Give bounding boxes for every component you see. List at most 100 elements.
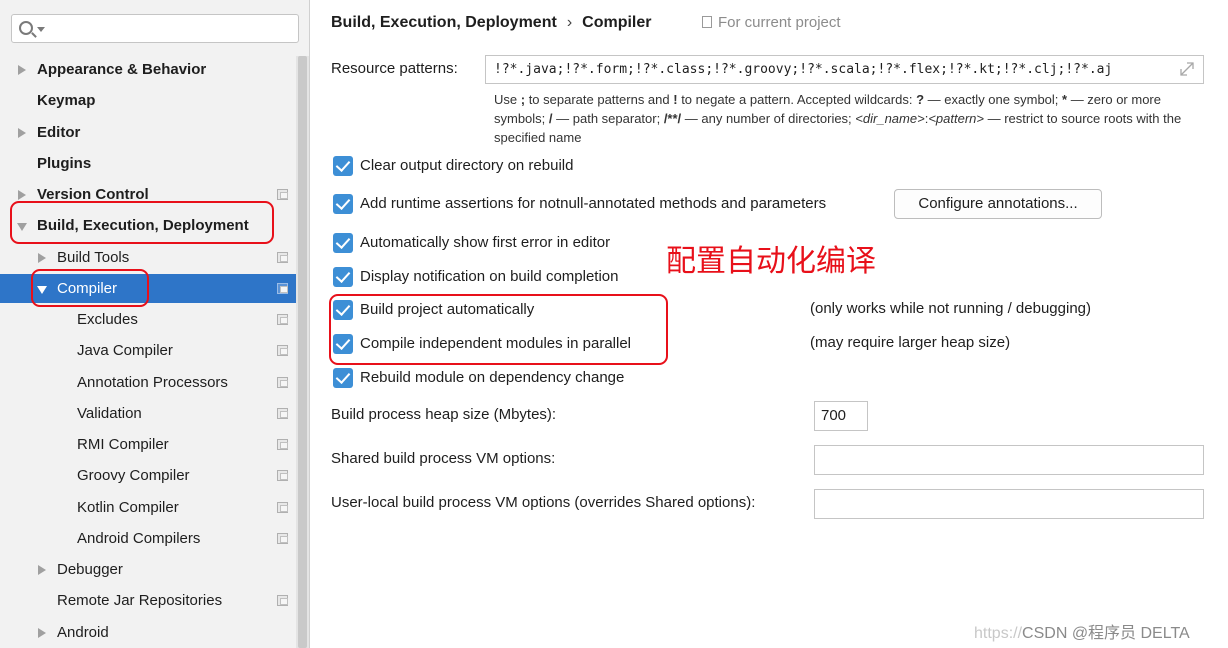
sidebar-item-label: Android Compilers [77, 530, 201, 547]
settings-search-input[interactable] [11, 14, 299, 43]
sidebar-item-label: Version Control [37, 186, 149, 203]
sidebar-item-debugger[interactable]: Debugger [0, 555, 296, 584]
expand-arrow-icon[interactable] [18, 190, 26, 200]
expand-arrow-icon[interactable] [38, 628, 46, 638]
build-automatically-note: (only works while not running / debuggin… [810, 300, 1091, 317]
sidebar-item-label: RMI Compiler [77, 436, 169, 453]
sidebar-item-excludes[interactable]: Excludes [0, 305, 296, 334]
sidebar-item-label: Groovy Compiler [77, 467, 190, 484]
sidebar-item-label: Editor [37, 124, 81, 141]
sidebar-item-label: Appearance & Behavior [37, 61, 207, 78]
shared-vm-options-input[interactable] [814, 445, 1204, 475]
sidebar-item-label: Remote Jar Repositories [57, 592, 223, 609]
display-notification-checkbox[interactable] [333, 267, 353, 287]
project-scope-icon [702, 16, 712, 28]
sidebar-item-compiler[interactable]: Compiler [0, 274, 296, 303]
expand-arrow-icon[interactable] [38, 565, 46, 575]
sidebar-item-annotation-processors[interactable]: Annotation Processors [0, 368, 296, 397]
sidebar-item-label: Compiler [57, 280, 118, 297]
resource-patterns-hint: Use ; to separate patterns and ! to nega… [494, 92, 1182, 145]
settings-sidebar: Appearance & Behavior Keymap Editor Plug… [0, 0, 310, 648]
compile-parallel-label: Compile independent modules in parallel [360, 335, 632, 352]
scope-note-text: For current project [718, 14, 841, 31]
resource-patterns-label: Resource patterns: [331, 60, 458, 77]
heap-size-label: Build process heap size (Mbytes): [331, 406, 557, 423]
sidebar-item-label: Plugins [37, 155, 92, 172]
sidebar-item-label: Build Tools [57, 249, 130, 266]
project-scope-icon [277, 377, 288, 388]
project-scope-icon [277, 502, 288, 513]
sidebar-item-keymap[interactable]: Keymap [0, 86, 296, 115]
scope-note: For current project [702, 12, 841, 34]
show-first-error-label: Automatically show first error in editor [360, 234, 611, 251]
sidebar-item-label: Java Compiler [77, 342, 173, 359]
sidebar-item-kotlin-compiler[interactable]: Kotlin Compiler [0, 493, 296, 522]
sidebar-item-label: Keymap [37, 92, 96, 109]
sidebar-item-label: Debugger [57, 561, 123, 578]
search-dropdown-icon[interactable] [37, 27, 45, 32]
compile-parallel-note: (may require larger heap size) [810, 334, 1011, 351]
project-scope-icon [277, 470, 288, 481]
resource-patterns-input[interactable]: !?*.java;!?*.form;!?*.class;!?*.groovy;!… [485, 55, 1204, 84]
project-scope-icon [277, 189, 288, 200]
sidebar-item-rmi-compiler[interactable]: RMI Compiler [0, 430, 296, 459]
breadcrumb-parent[interactable]: Build, Execution, Deployment [331, 14, 557, 31]
sidebar-item-remote-jar-repositories[interactable]: Remote Jar Repositories [0, 586, 296, 615]
watermark: https://CSDN @程序员 DELTA [974, 625, 1190, 642]
sidebar-item-android-compilers[interactable]: Android Compilers [0, 524, 296, 553]
collapse-arrow-icon[interactable] [37, 286, 47, 294]
sidebar-item-appearance-behavior[interactable]: Appearance & Behavior [0, 55, 296, 84]
project-scope-icon [277, 345, 288, 356]
build-automatically-checkbox[interactable] [333, 300, 353, 320]
sidebar-item-label: Annotation Processors [77, 374, 228, 391]
display-notification-label: Display notification on build completion [360, 268, 619, 285]
sidebar-item-android[interactable]: Android [0, 618, 296, 647]
sidebar-item-label: Android [57, 624, 109, 641]
rebuild-on-dependency-label: Rebuild module on dependency change [360, 369, 625, 386]
project-scope-icon [277, 439, 288, 450]
clear-output-checkbox[interactable] [333, 156, 353, 176]
project-scope-icon [277, 595, 288, 606]
sidebar-item-groovy-compiler[interactable]: Groovy Compiler [0, 461, 296, 490]
sidebar-item-build-tools[interactable]: Build Tools [0, 243, 296, 272]
project-scope-icon [277, 252, 288, 263]
collapse-arrow-icon[interactable] [17, 223, 27, 231]
runtime-assertions-label: Add runtime assertions for notnull-annot… [360, 195, 827, 212]
compile-parallel-checkbox[interactable] [333, 334, 353, 354]
breadcrumb-separator: › [566, 14, 573, 31]
annotation-text: 配置自动化编译 [666, 244, 876, 279]
sidebar-item-plugins[interactable]: Plugins [0, 149, 296, 178]
breadcrumb-current: Compiler [582, 14, 652, 31]
sidebar-item-label: Build, Execution, Deployment [37, 217, 249, 234]
breadcrumb: Build, Execution, Deployment › Compiler [331, 12, 651, 34]
expand-field-icon[interactable] [1178, 61, 1196, 77]
expand-arrow-icon[interactable] [18, 65, 26, 75]
sidebar-item-version-control[interactable]: Version Control [0, 180, 296, 209]
project-scope-icon [277, 283, 288, 294]
rebuild-on-dependency-checkbox[interactable] [333, 368, 353, 388]
expand-arrow-icon[interactable] [38, 253, 46, 263]
show-first-error-checkbox[interactable] [333, 233, 353, 253]
scrollbar-thumb[interactable] [298, 56, 307, 648]
clear-output-label: Clear output directory on rebuild [360, 157, 574, 174]
project-scope-icon [277, 314, 288, 325]
sidebar-item-build-execution-deployment[interactable]: Build, Execution, Deployment [0, 211, 296, 240]
search-icon [19, 21, 33, 35]
runtime-assertions-checkbox[interactable] [333, 194, 353, 214]
sidebar-item-editor[interactable]: Editor [0, 118, 296, 147]
user-vm-options-input[interactable] [814, 489, 1204, 519]
project-scope-icon [277, 408, 288, 419]
project-scope-icon [277, 533, 288, 544]
sidebar-item-validation[interactable]: Validation [0, 399, 296, 428]
build-automatically-label: Build project automatically [360, 301, 535, 318]
heap-size-input[interactable]: 700 [814, 401, 868, 431]
shared-vm-options-label: Shared build process VM options: [331, 450, 556, 467]
sidebar-item-label: Kotlin Compiler [77, 499, 179, 516]
sidebar-item-label: Excludes [77, 311, 138, 328]
configure-annotations-button[interactable]: Configure annotations... [894, 189, 1102, 219]
expand-arrow-icon[interactable] [18, 128, 26, 138]
user-vm-options-label: User-local build process VM options (ove… [331, 494, 756, 511]
sidebar-item-label: Validation [77, 405, 142, 422]
sidebar-scrollbar[interactable] [296, 56, 309, 648]
sidebar-item-java-compiler[interactable]: Java Compiler [0, 336, 296, 365]
